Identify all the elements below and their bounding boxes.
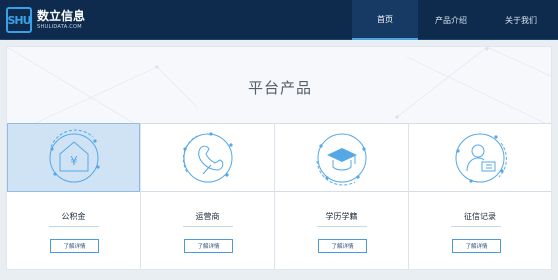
user-id-card-icon	[455, 133, 507, 183]
learn-more-button[interactable]: 了解详情	[318, 239, 367, 253]
products-section: 平台产品 ¥ 公积金 了解详情 运营商 了解详情 学历学籍 了解详情 征信记录 …	[6, 46, 552, 270]
product-card-housing-fund[interactable]: ¥ 公积金 了解详情	[7, 123, 141, 269]
graduation-cap-icon	[316, 133, 366, 185]
brand-text: 数立信息 SHULIDATA.COM	[37, 9, 85, 31]
product-card-credit[interactable]: 征信记录 了解详情	[409, 123, 551, 269]
card-icon-area: ¥	[7, 123, 140, 192]
card-label: 运营商	[195, 212, 220, 221]
brand-domain: SHULIDATA.COM	[37, 24, 82, 30]
learn-more-button[interactable]: 了解详情	[452, 239, 501, 253]
card-divider	[49, 226, 99, 227]
card-icon-area	[141, 123, 274, 192]
brand-name: 数立信息	[37, 9, 86, 23]
logo-mark-icon: SHU	[6, 7, 32, 33]
card-icon-area	[275, 123, 408, 192]
top-navbar: SHU 数立信息 SHULIDATA.COM 首页 产品介绍 关于我们	[0, 0, 558, 40]
section-title: 平台产品	[247, 79, 312, 97]
phone-handset-icon	[182, 131, 233, 182]
svg-text:¥: ¥	[70, 154, 78, 168]
card-icon-area	[409, 123, 551, 192]
card-divider	[451, 226, 501, 227]
brand-logo[interactable]: SHU 数立信息 SHULIDATA.COM	[6, 6, 85, 34]
nav-item-about[interactable]: 关于我们	[484, 0, 558, 40]
card-label: 公积金	[61, 212, 86, 221]
learn-more-button[interactable]: 了解详情	[50, 239, 99, 253]
learn-more-button[interactable]: 了解详情	[184, 239, 233, 253]
card-divider	[317, 226, 367, 227]
product-cards: ¥ 公积金 了解详情 运营商 了解详情 学历学籍 了解详情 征信记录 了解详情	[7, 123, 551, 269]
nav-item-products[interactable]: 产品介绍	[418, 0, 484, 40]
nav-item-home[interactable]: 首页	[352, 0, 418, 40]
house-yuan-icon: ¥	[49, 129, 100, 182]
product-card-carrier[interactable]: 运营商 了解详情	[141, 123, 275, 269]
main-nav: 首页 产品介绍 关于我们	[352, 0, 558, 40]
card-label: 学历学籍	[325, 212, 358, 221]
product-card-education[interactable]: 学历学籍 了解详情	[275, 123, 409, 269]
card-label: 征信记录	[464, 212, 496, 221]
card-divider	[183, 226, 233, 227]
